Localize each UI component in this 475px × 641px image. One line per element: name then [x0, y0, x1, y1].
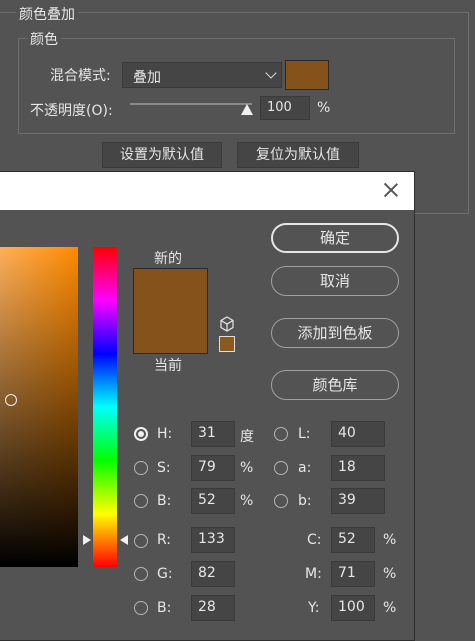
s-input[interactable]: 79	[191, 455, 235, 481]
radio-brightness[interactable]	[134, 494, 148, 508]
blend-mode-value: 叠加	[133, 70, 161, 86]
s-unit: %	[240, 460, 254, 476]
m-label: M:	[305, 566, 322, 582]
y-input[interactable]: 100	[331, 595, 375, 621]
color-libraries-button[interactable]: 颜色库	[271, 370, 399, 400]
close-icon[interactable]	[382, 181, 400, 199]
cube-icon[interactable]	[219, 316, 235, 332]
hue-slider-right-arrow[interactable]	[120, 535, 128, 545]
ok-button[interactable]: 确定	[271, 223, 399, 253]
radio-g[interactable]	[134, 567, 148, 581]
add-to-swatches-button[interactable]: 添加到色板	[271, 318, 399, 348]
new-color-preview	[133, 268, 208, 311]
hue-slider-left-arrow[interactable]	[83, 535, 91, 545]
radio-h[interactable]	[134, 427, 148, 441]
opacity-input[interactable]: 100	[260, 96, 310, 120]
m-input[interactable]: 71	[331, 561, 375, 587]
c-input[interactable]: 52	[331, 527, 375, 553]
l-label: L:	[298, 426, 311, 442]
c-label: C:	[307, 532, 322, 548]
g-input[interactable]: 82	[191, 561, 235, 587]
radio-s[interactable]	[134, 461, 148, 475]
a-label: a:	[298, 460, 312, 476]
y-label: Y:	[308, 600, 320, 616]
radio-blue[interactable]	[134, 601, 148, 615]
b-lab-label: b:	[298, 493, 312, 509]
h-unit: 度	[240, 429, 254, 445]
g-label: G:	[157, 566, 173, 582]
brightness-label: B:	[157, 493, 172, 509]
y-unit: %	[383, 600, 397, 616]
current-color-label: 当前	[154, 358, 182, 374]
h-label: H:	[157, 426, 173, 442]
l-input[interactable]: 40	[331, 421, 385, 447]
color-group-title: 颜色	[27, 29, 61, 49]
blue-input[interactable]: 28	[191, 595, 235, 621]
opacity-slider-thumb[interactable]	[241, 104, 253, 115]
websafe-color-swatch[interactable]	[219, 336, 235, 352]
blend-mode-dropdown[interactable]: 叠加	[122, 62, 282, 88]
m-unit: %	[383, 566, 397, 582]
radio-l[interactable]	[274, 427, 288, 441]
brightness-input[interactable]: 52	[191, 488, 235, 514]
brightness-unit: %	[240, 493, 254, 509]
blend-mode-label: 混合模式:	[50, 68, 111, 84]
color-field-marker[interactable]	[5, 394, 17, 406]
dialog-title-bar	[0, 172, 414, 210]
b-lab-input[interactable]: 39	[331, 488, 385, 514]
hue-slider[interactable]	[93, 247, 117, 567]
radio-b-lab[interactable]	[274, 494, 288, 508]
opacity-slider[interactable]	[130, 103, 252, 105]
chevron-down-icon	[265, 67, 277, 79]
r-input[interactable]: 133	[191, 527, 235, 553]
a-input[interactable]: 18	[331, 455, 385, 481]
section-title: 颜色叠加	[16, 4, 78, 24]
c-unit: %	[383, 532, 397, 548]
current-color-preview[interactable]	[133, 311, 208, 354]
opacity-unit: %	[317, 100, 331, 116]
blue-label: B:	[157, 600, 172, 616]
h-input[interactable]: 31	[191, 421, 235, 447]
opacity-label: 不透明度(O):	[30, 103, 113, 119]
radio-a[interactable]	[274, 461, 288, 475]
new-color-label: 新的	[154, 251, 182, 267]
s-label: S:	[157, 460, 171, 476]
overlay-color-swatch[interactable]	[285, 60, 329, 90]
radio-r[interactable]	[134, 534, 148, 548]
r-label: R:	[157, 532, 172, 548]
color-field[interactable]	[0, 247, 78, 567]
reset-default-button[interactable]: 复位为默认值	[237, 142, 359, 168]
set-default-button[interactable]: 设置为默认值	[102, 142, 222, 168]
cancel-button[interactable]: 取消	[271, 266, 399, 296]
